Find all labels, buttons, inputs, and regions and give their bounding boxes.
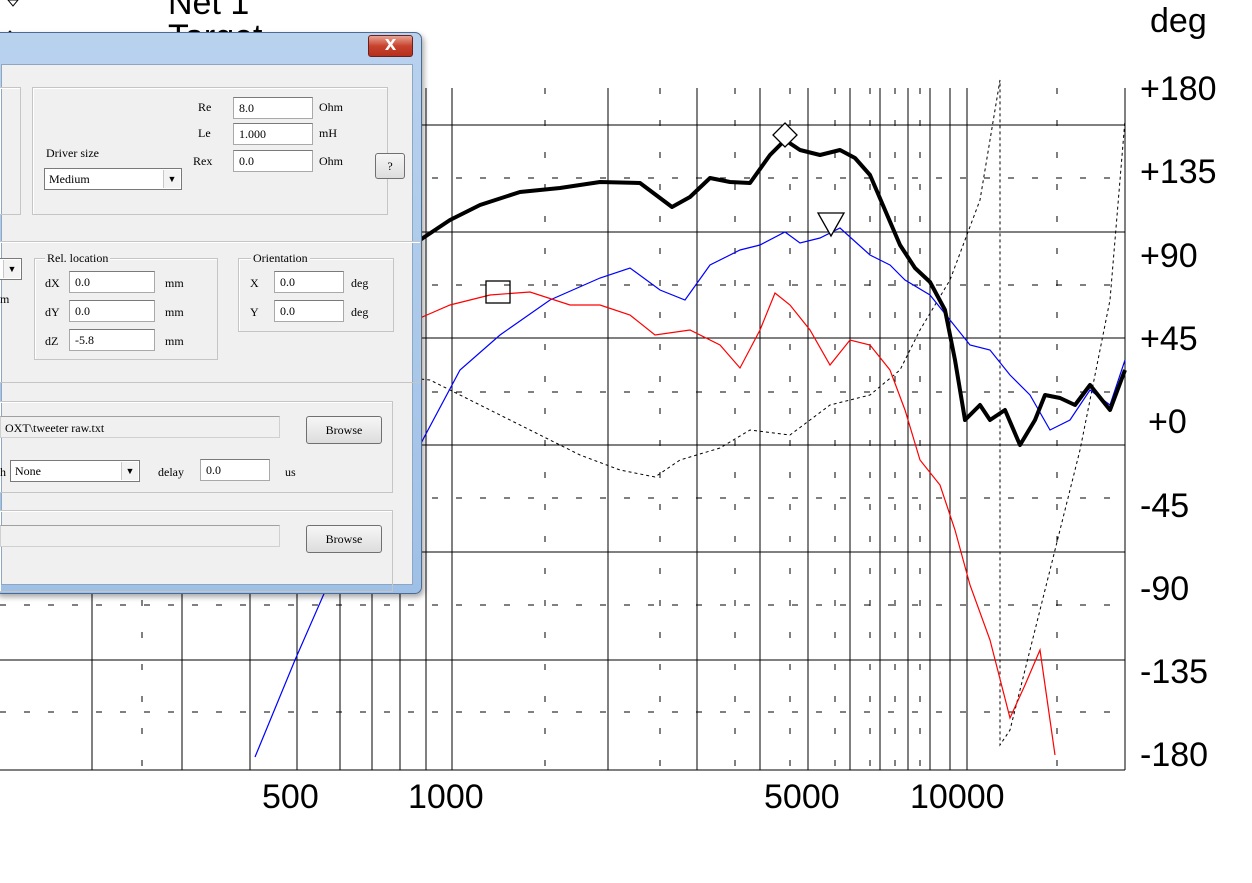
re-field[interactable]: 8.0	[233, 97, 313, 119]
orient-x-label: X	[250, 276, 259, 290]
browse-response-button[interactable]: Browse	[306, 416, 382, 444]
impedance-file-group: Browse	[0, 510, 393, 592]
rex-unit: Ohm	[319, 154, 343, 168]
dz-unit: mm	[165, 334, 184, 348]
y-axis-unit: deg	[1150, 2, 1207, 40]
label-fragment: h	[0, 465, 6, 479]
orient-y-unit: deg	[351, 305, 369, 319]
dx-unit: mm	[165, 276, 184, 290]
x-tick-label: 5000	[764, 778, 840, 816]
y-tick-label: +90	[1140, 237, 1198, 275]
phase-select[interactable]: None ▼	[10, 460, 140, 482]
dialog-client-area: Re 8.0 Ohm Le 1.000 mH Rex 0.0 Ohm Drive…	[0, 64, 421, 592]
y-tick-label: +135	[1140, 153, 1217, 191]
le-label: Le	[198, 126, 211, 140]
rex-field[interactable]: 0.0	[233, 150, 313, 172]
y-tick-label: +0	[1148, 403, 1187, 441]
orientation-title: Orientation	[251, 251, 310, 266]
re-label: Re	[198, 100, 212, 114]
x-tick-label: 10000	[910, 778, 1005, 816]
electrical-group: Re 8.0 Ohm Le 1.000 mH Rex 0.0 Ohm Drive…	[32, 87, 388, 215]
legend-net1: Net 1	[168, 0, 250, 22]
red-phase-curve	[419, 291, 1056, 756]
orient-x-field[interactable]: 0.0	[274, 271, 344, 293]
re-unit: Ohm	[319, 100, 343, 114]
triangle-marker	[816, 212, 846, 238]
browse-impedance-button[interactable]: Browse	[306, 525, 382, 553]
y-tick-label: -90	[1140, 570, 1190, 608]
response-file-path: OXT\tweeter raw.txt	[0, 416, 280, 438]
close-button[interactable]: X	[368, 35, 413, 57]
dy-unit: mm	[165, 305, 184, 319]
x-tick-label: 1000	[408, 778, 484, 816]
delay-field[interactable]: 0.0	[200, 459, 270, 481]
dy-field[interactable]: 0.0	[69, 300, 155, 322]
y-tick-label: +45	[1140, 320, 1198, 358]
driver-size-value: Medium	[49, 172, 90, 186]
driver-size-select[interactable]: Medium ▼	[44, 168, 182, 190]
y-tick-label: -180	[1140, 736, 1209, 774]
orient-y-field[interactable]: 0.0	[274, 300, 344, 322]
square-marker	[485, 280, 511, 304]
left-group-fragment	[0, 87, 21, 215]
y-tick-label: -135	[1140, 653, 1209, 691]
le-unit: mH	[319, 126, 337, 140]
x-tick-label: 500	[262, 778, 319, 816]
driver-size-label: Driver size	[46, 146, 99, 160]
y-tick-label: -45	[1140, 487, 1190, 525]
left-select-fragment[interactable]: ▼	[0, 258, 22, 280]
delay-label: delay	[158, 465, 184, 479]
dx-field[interactable]: 0.0	[69, 271, 155, 293]
response-file-group: OXT\tweeter raw.txt Browse h None ▼ dela…	[0, 401, 393, 493]
chevron-down-icon: ▼	[3, 260, 20, 278]
rel-location-title: Rel. location	[45, 251, 111, 266]
orientation-group: Orientation X 0.0 deg Y 0.0 deg	[238, 251, 394, 332]
y-tick-label: +180	[1140, 70, 1217, 108]
driver-properties-dialog[interactable]: X Re 8.0 Ohm Le 1.000 mH Rex 0.0 Ohm Dri…	[0, 32, 422, 594]
rel-location-group: Rel. location dX 0.0 mm dY 0.0 mm dZ -5.…	[34, 251, 218, 360]
dz-field[interactable]: -5.8	[69, 329, 155, 351]
dy-label: dY	[45, 305, 60, 319]
orient-x-unit: deg	[351, 276, 369, 290]
impedance-file-path	[0, 525, 280, 547]
legend-triangle-marker	[7, 0, 19, 7]
delay-unit: us	[285, 465, 296, 479]
placement-group: ▼ m Rel. location dX 0.0 mm dY 0.0 mm dZ…	[0, 241, 421, 383]
rex-label: Rex	[193, 154, 213, 168]
phase-select-value: None	[15, 464, 41, 478]
dz-label: dZ	[45, 334, 59, 348]
orient-y-label: Y	[250, 305, 259, 319]
dx-label: dX	[45, 276, 60, 290]
help-button[interactable]: ?	[375, 153, 405, 179]
chevron-down-icon: ▼	[163, 170, 180, 188]
chevron-down-icon: ▼	[121, 462, 138, 480]
le-field[interactable]: 1.000	[233, 123, 313, 145]
unit-fragment: m	[0, 292, 10, 306]
